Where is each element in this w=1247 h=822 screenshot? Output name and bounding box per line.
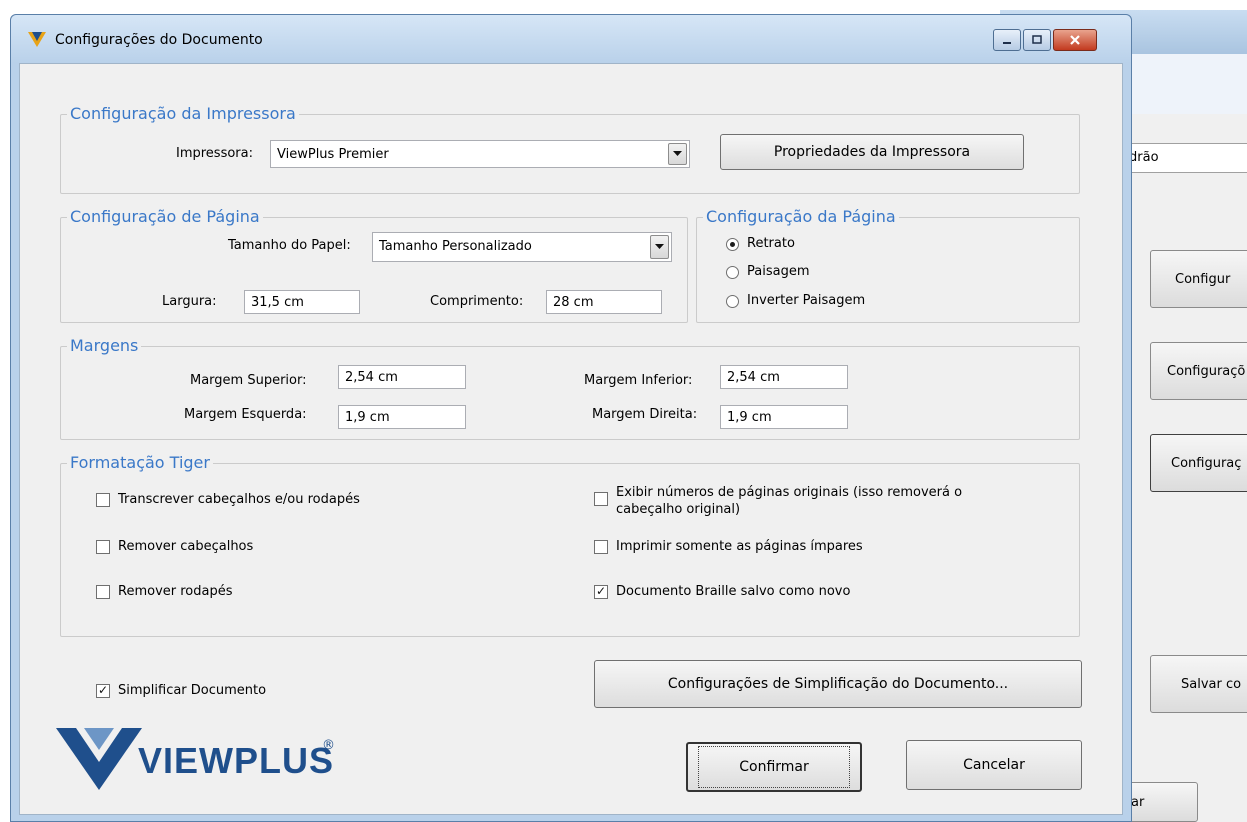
printer-select-value: ViewPlus Premier (277, 147, 389, 162)
cancel-button[interactable]: Cancelar (906, 740, 1082, 790)
background-button-label: Configuraçõ (1167, 363, 1246, 379)
checkmark-icon[interactable]: ✓ (594, 585, 608, 599)
background-save-button[interactable]: Salvar co (1150, 655, 1247, 713)
minimize-icon (1003, 42, 1011, 44)
right-margin-input[interactable]: 1,9 cm (720, 405, 848, 429)
bottom-margin-label: Margem Inferior: (584, 373, 693, 388)
length-label: Comprimento: (430, 294, 524, 309)
width-label: Largura: (162, 294, 217, 309)
registered-mark: ® (322, 738, 335, 753)
length-input[interactable]: 28 cm (546, 290, 662, 314)
document-settings-dialog: Configurações do Documento Configuração … (10, 14, 1132, 822)
checkbox-label: Transcrever cabeçalhos e/ou rodapés (118, 492, 360, 507)
printer-settings-legend: Configuração da Impressora (67, 104, 299, 123)
checkbox-icon[interactable] (96, 493, 110, 507)
background-button-label: Configur (1175, 271, 1231, 287)
transcribe-headers-checkbox[interactable]: Transcrever cabeçalhos e/ou rodapés (96, 491, 360, 508)
chevron-down-icon (655, 244, 664, 249)
margins-group: Margens (60, 336, 1080, 440)
checkbox-icon[interactable] (594, 540, 608, 554)
remove-headers-checkbox[interactable]: Remover cabeçalhos (96, 538, 253, 555)
checkbox-label: Simplificar Documento (118, 683, 267, 698)
close-button[interactable] (1053, 29, 1097, 51)
printer-select[interactable]: ViewPlus Premier (270, 140, 690, 168)
checkbox-label: Imprimir somente as páginas ímpares (616, 539, 863, 554)
checkbox-label: Exibir números de páginas originais (iss… (616, 485, 963, 517)
printer-properties-button[interactable]: Propriedades da Impressora (720, 134, 1024, 170)
remove-footers-checkbox[interactable]: Remover rodapés (96, 583, 233, 600)
paper-size-dropdown[interactable] (650, 235, 669, 259)
simplification-settings-button[interactable]: Configurações de Simplificação do Docume… (594, 660, 1082, 708)
radio-icon[interactable] (726, 266, 739, 279)
checkbox-label: Remover cabeçalhos (118, 539, 254, 554)
top-margin-label: Margem Superior: (190, 373, 307, 388)
confirm-button[interactable]: Confirmar (686, 742, 862, 792)
chevron-down-icon (673, 151, 682, 156)
simplify-document-checkbox[interactable]: ✓ Simplificar Documento (96, 682, 266, 699)
paper-size-select[interactable]: Tamanho Personalizado (372, 232, 672, 262)
background-input[interactable]: drão (1120, 143, 1247, 173)
checkmark-icon[interactable]: ✓ (96, 684, 110, 698)
background-config-button-3[interactable]: Configuraç (1150, 434, 1247, 492)
width-input[interactable]: 31,5 cm (244, 290, 360, 314)
simplification-settings-label: Configurações de Simplificação do Docume… (667, 676, 1009, 692)
show-original-page-numbers-checkbox[interactable]: Exibir números de páginas originais (iss… (594, 484, 1024, 518)
tiger-formatting-legend: Formatação Tiger (67, 453, 213, 472)
orientation-option-reverse-landscape[interactable]: Inverter Paisagem (726, 293, 865, 308)
viewplus-logo-mark-icon (56, 728, 142, 790)
orientation-legend: Configuração da Página (703, 207, 899, 226)
printer-label: Impressora: (176, 146, 253, 161)
viewplus-app-icon (28, 32, 46, 47)
minimize-button[interactable] (993, 29, 1021, 51)
orientation-option-portrait[interactable]: Retrato (726, 236, 795, 251)
maximize-button[interactable] (1023, 29, 1051, 51)
checkbox-icon[interactable] (96, 540, 110, 554)
confirm-label: Confirmar (698, 746, 850, 788)
print-odd-pages-checkbox[interactable]: Imprimir somente as páginas ímpares (594, 538, 863, 555)
radio-selected-icon[interactable] (726, 238, 739, 251)
left-margin-label: Margem Esquerda: (184, 407, 307, 422)
checkbox-icon[interactable] (96, 585, 110, 599)
orientation-option-label: Retrato (747, 236, 795, 251)
top-margin-input[interactable]: 2,54 cm (338, 365, 466, 389)
dialog-client-area: Configuração da Impressora Impressora: V… (19, 63, 1123, 815)
cancel-label: Cancelar (963, 757, 1025, 773)
radio-icon[interactable] (726, 295, 739, 308)
paper-size-value: Tamanho Personalizado (379, 239, 532, 254)
checkbox-label: Remover rodapés (118, 584, 233, 599)
paper-size-label: Tamanho do Papel: (228, 238, 351, 253)
background-config-button-1[interactable]: Configur (1150, 250, 1247, 308)
viewplus-logo-text: VIEWPLUS (138, 740, 335, 781)
checkbox-label: Documento Braille salvo como novo (616, 584, 851, 599)
dialog-title: Configurações do Documento (55, 32, 263, 48)
viewplus-logo: VIEWPLUS ® (54, 724, 354, 794)
background-config-button-2[interactable]: Configuraçõ (1150, 342, 1247, 400)
background-button-label: ar (1131, 794, 1145, 810)
bottom-margin-input[interactable]: 2,54 cm (720, 365, 848, 389)
left-margin-input[interactable]: 1,9 cm (338, 405, 466, 429)
braille-save-as-new-checkbox[interactable]: ✓ Documento Braille salvo como novo (594, 583, 850, 600)
margins-legend: Margens (67, 336, 142, 355)
right-margin-label: Margem Direita: (592, 407, 698, 422)
title-bar[interactable]: Configurações do Documento (11, 15, 1131, 63)
page-settings-legend: Configuração de Página (67, 207, 263, 226)
orientation-option-label: Inverter Paisagem (747, 293, 866, 308)
background-strip (1130, 54, 1247, 114)
checkbox-icon[interactable] (594, 492, 608, 506)
orientation-option-landscape[interactable]: Paisagem (726, 264, 810, 279)
orientation-option-label: Paisagem (747, 264, 810, 279)
background-button-label: Salvar co (1181, 676, 1242, 692)
background-button-label: Configuraç (1171, 455, 1242, 471)
maximize-icon (1032, 35, 1042, 44)
printer-select-dropdown[interactable] (668, 143, 687, 165)
close-icon (1070, 35, 1080, 45)
printer-properties-label: Propriedades da Impressora (773, 144, 971, 160)
